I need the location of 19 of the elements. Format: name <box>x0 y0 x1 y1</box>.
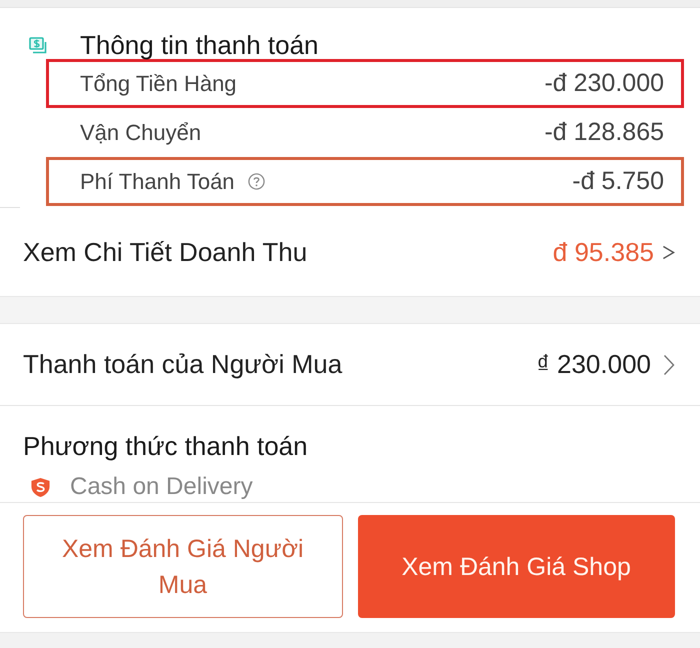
chevron-right-icon[interactable] <box>663 354 675 376</box>
fee-amount: -đ 128.865 <box>544 118 664 147</box>
fee-label: Phí Thanh Toán <box>80 168 235 194</box>
section-title: Phương thức thanh toán <box>23 430 308 462</box>
buyer-payment-label[interactable]: Thanh toán của Người Mua <box>23 349 342 380</box>
payment-method-text: Cash on Delivery <box>70 473 253 501</box>
fee-amount: -đ 230.000 <box>544 69 664 98</box>
fee-label: Tổng Tiền Hàng <box>80 70 237 96</box>
shield-icon <box>30 476 51 498</box>
help-icon[interactable] <box>248 173 265 190</box>
buyer-review-button[interactable]: Xem Đánh Giá Người Mua <box>23 515 342 618</box>
revenue-amount: đ 95.385 <box>552 236 654 268</box>
chevron-right-icon[interactable] <box>662 244 675 260</box>
buyer-payment-amount: ₫ 230.000 <box>536 349 651 380</box>
revenue-detail-label[interactable]: Xem Chi Tiết Doanh Thu <box>23 236 308 268</box>
banknote-icon <box>29 36 47 54</box>
section-title: Thông tin thanh toán <box>80 30 319 60</box>
fee-label: Vận Chuyển <box>80 120 202 146</box>
fee-amount: -đ 5.750 <box>572 167 664 196</box>
